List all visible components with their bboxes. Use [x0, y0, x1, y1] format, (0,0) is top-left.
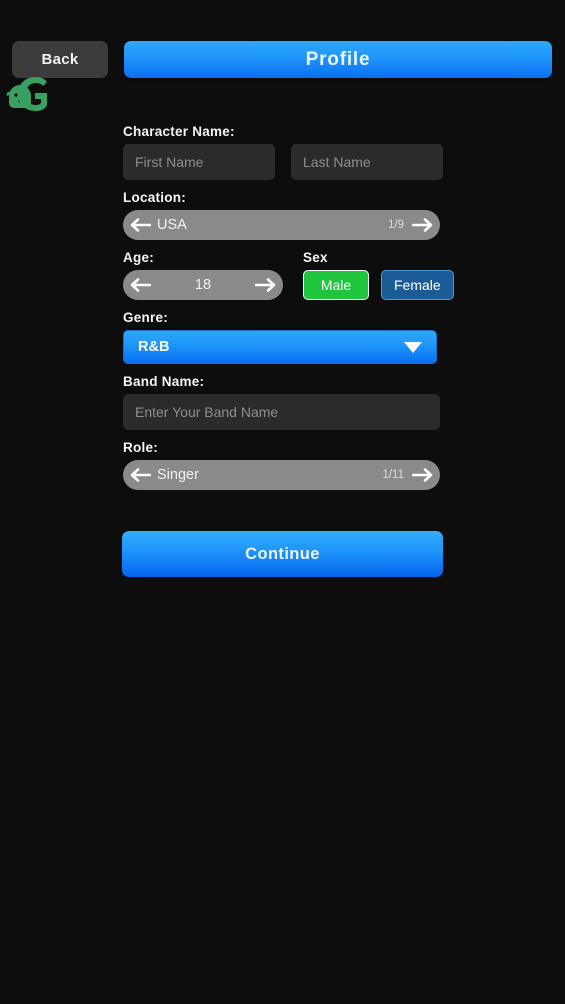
location-label: Location:: [123, 190, 186, 205]
location-count: 1/9: [388, 219, 404, 231]
role-stepper[interactable]: Singer 1/11: [123, 460, 440, 490]
green-g-logo-icon: [5, 72, 51, 116]
character-name-inputs: [123, 144, 443, 180]
sex-block: Sex Male Female: [303, 250, 454, 300]
back-button-label: Back: [41, 51, 79, 68]
page-title: Profile: [305, 48, 371, 70]
chevron-down-icon: [404, 341, 422, 353]
age-stepper[interactable]: 18: [123, 270, 283, 300]
last-name-input[interactable]: [291, 144, 443, 180]
sex-option-male[interactable]: Male: [303, 270, 369, 300]
genre-row: Genre: R&B: [123, 310, 443, 364]
arrow-left-icon: [130, 218, 151, 232]
arrow-left-icon: [130, 278, 151, 292]
profile-form: Character Name: Location: USA 1/9: [123, 124, 454, 500]
role-next-button[interactable]: [406, 460, 440, 490]
sex-option-female-label: Female: [394, 277, 441, 293]
last-name-wrap: [291, 144, 443, 180]
genre-dropdown[interactable]: R&B: [123, 330, 437, 364]
continue-button-label: Continue: [245, 544, 320, 563]
arrow-right-icon: [255, 278, 276, 292]
band-name-row: Band Name:: [123, 374, 443, 430]
arrow-left-icon: [130, 468, 151, 482]
age-block: Age: 18: [123, 250, 283, 300]
role-count: 1/11: [382, 469, 404, 481]
location-row: Location: USA 1/9: [123, 190, 443, 240]
arrow-right-icon: [412, 468, 433, 482]
sex-label: Sex: [303, 250, 328, 265]
role-prev-button[interactable]: [123, 460, 157, 490]
genre-label: Genre:: [123, 310, 169, 325]
role-value: Singer: [157, 467, 199, 483]
continue-button[interactable]: Continue: [122, 531, 443, 577]
band-name-label: Band Name:: [123, 374, 205, 389]
character-name-label: Character Name:: [123, 124, 235, 139]
location-next-button[interactable]: [406, 210, 440, 240]
genre-value: R&B: [138, 339, 170, 355]
sex-buttons: Male Female: [303, 270, 454, 300]
age-sex-row: Age: 18 Sex Male Female: [123, 250, 454, 300]
age-value: 18: [194, 277, 212, 293]
age-next-button[interactable]: [249, 270, 283, 300]
back-button[interactable]: Back: [12, 41, 108, 78]
age-prev-button[interactable]: [123, 270, 157, 300]
sex-option-female[interactable]: Female: [381, 270, 454, 300]
arrow-right-icon: [412, 218, 433, 232]
location-stepper[interactable]: USA 1/9: [123, 210, 440, 240]
sex-option-male-label: Male: [320, 277, 352, 293]
location-value: USA: [157, 217, 187, 233]
role-label: Role:: [123, 440, 158, 455]
first-name-input[interactable]: [123, 144, 275, 180]
age-label: Age:: [123, 250, 154, 265]
first-name-wrap: [123, 144, 275, 180]
page-title-bar: Profile: [124, 41, 552, 78]
location-prev-button[interactable]: [123, 210, 157, 240]
character-name-row: Character Name:: [123, 124, 443, 180]
role-row: Role: Singer 1/11: [123, 440, 443, 490]
band-name-input[interactable]: [123, 394, 440, 430]
